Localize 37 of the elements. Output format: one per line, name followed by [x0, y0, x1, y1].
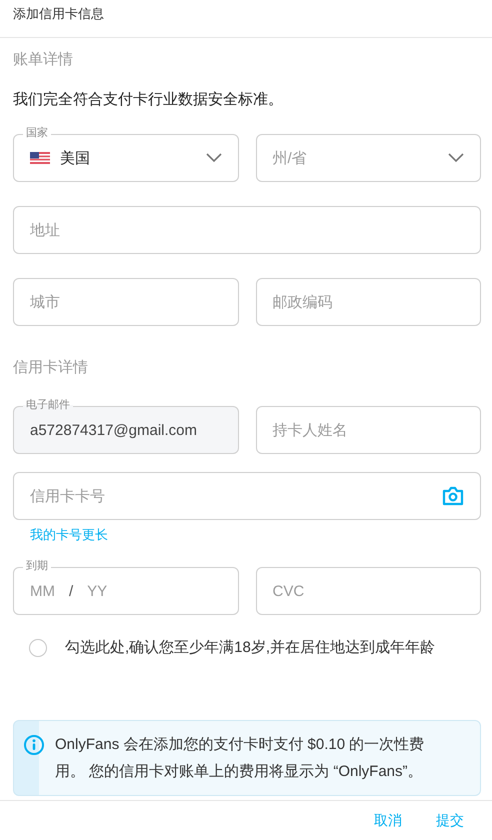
submit-button[interactable]: 提交	[434, 808, 466, 834]
input-field[interactable]: CVC	[256, 567, 481, 615]
notice-text: OnlyFans 会在添加您的支付卡时支付 $0.10 的一次性费用。 您的信用卡对账单上的费用将显示为 “OnlyFans”。	[55, 735, 426, 782]
input-field[interactable]: 邮政编码	[256, 278, 481, 326]
field-placeholder: 城市	[30, 292, 61, 312]
dialog-title: 添加信用卡信息	[13, 6, 104, 21]
month-placeholder: MM	[30, 582, 55, 600]
camera-icon[interactable]	[442, 486, 464, 506]
info-icon	[23, 734, 45, 756]
field-placeholder: 州/省	[272, 148, 308, 168]
checkbox[interactable]	[29, 638, 47, 656]
field-label: 到期	[23, 559, 51, 573]
input-field[interactable]: 地址	[13, 206, 481, 254]
date-separator: /	[69, 582, 74, 600]
field-label: 国家	[23, 126, 51, 140]
field-value: 美国	[60, 148, 91, 168]
field-label: 电子邮件	[23, 398, 73, 412]
input-field[interactable]: 城市	[13, 278, 238, 326]
cancel-button[interactable]: 取消	[372, 808, 404, 834]
field-placeholder: 持卡人姓名	[272, 420, 348, 440]
checkbox-label: 勾选此处,确认您至少年满18岁,并在居住地达到成年年龄	[65, 638, 436, 657]
year-placeholder: YY	[87, 582, 108, 600]
field-placeholder: 信用卡卡号	[30, 486, 106, 506]
section-heading: 信用卡详情	[13, 358, 89, 378]
field-placeholder: 邮政编码	[272, 292, 334, 312]
field-placeholder: 地址	[30, 220, 61, 240]
chevron-down-icon	[206, 153, 222, 163]
chevron-down-icon	[448, 153, 464, 163]
input-field[interactable]: 持卡人姓名	[256, 406, 481, 454]
section-heading: 账单详情	[13, 50, 74, 70]
security-note: 我们完全符合支付卡行业数据安全标准。	[13, 90, 284, 110]
state-select[interactable]: 州/省	[256, 134, 481, 182]
card-number-field[interactable]: 信用卡卡号	[13, 472, 481, 520]
card-longer-link[interactable]: 我的卡号更长	[30, 527, 108, 543]
field-value: a572874317@gmail.com	[30, 422, 198, 438]
flag-icon	[30, 152, 50, 164]
field-placeholder: CVC	[272, 582, 306, 600]
